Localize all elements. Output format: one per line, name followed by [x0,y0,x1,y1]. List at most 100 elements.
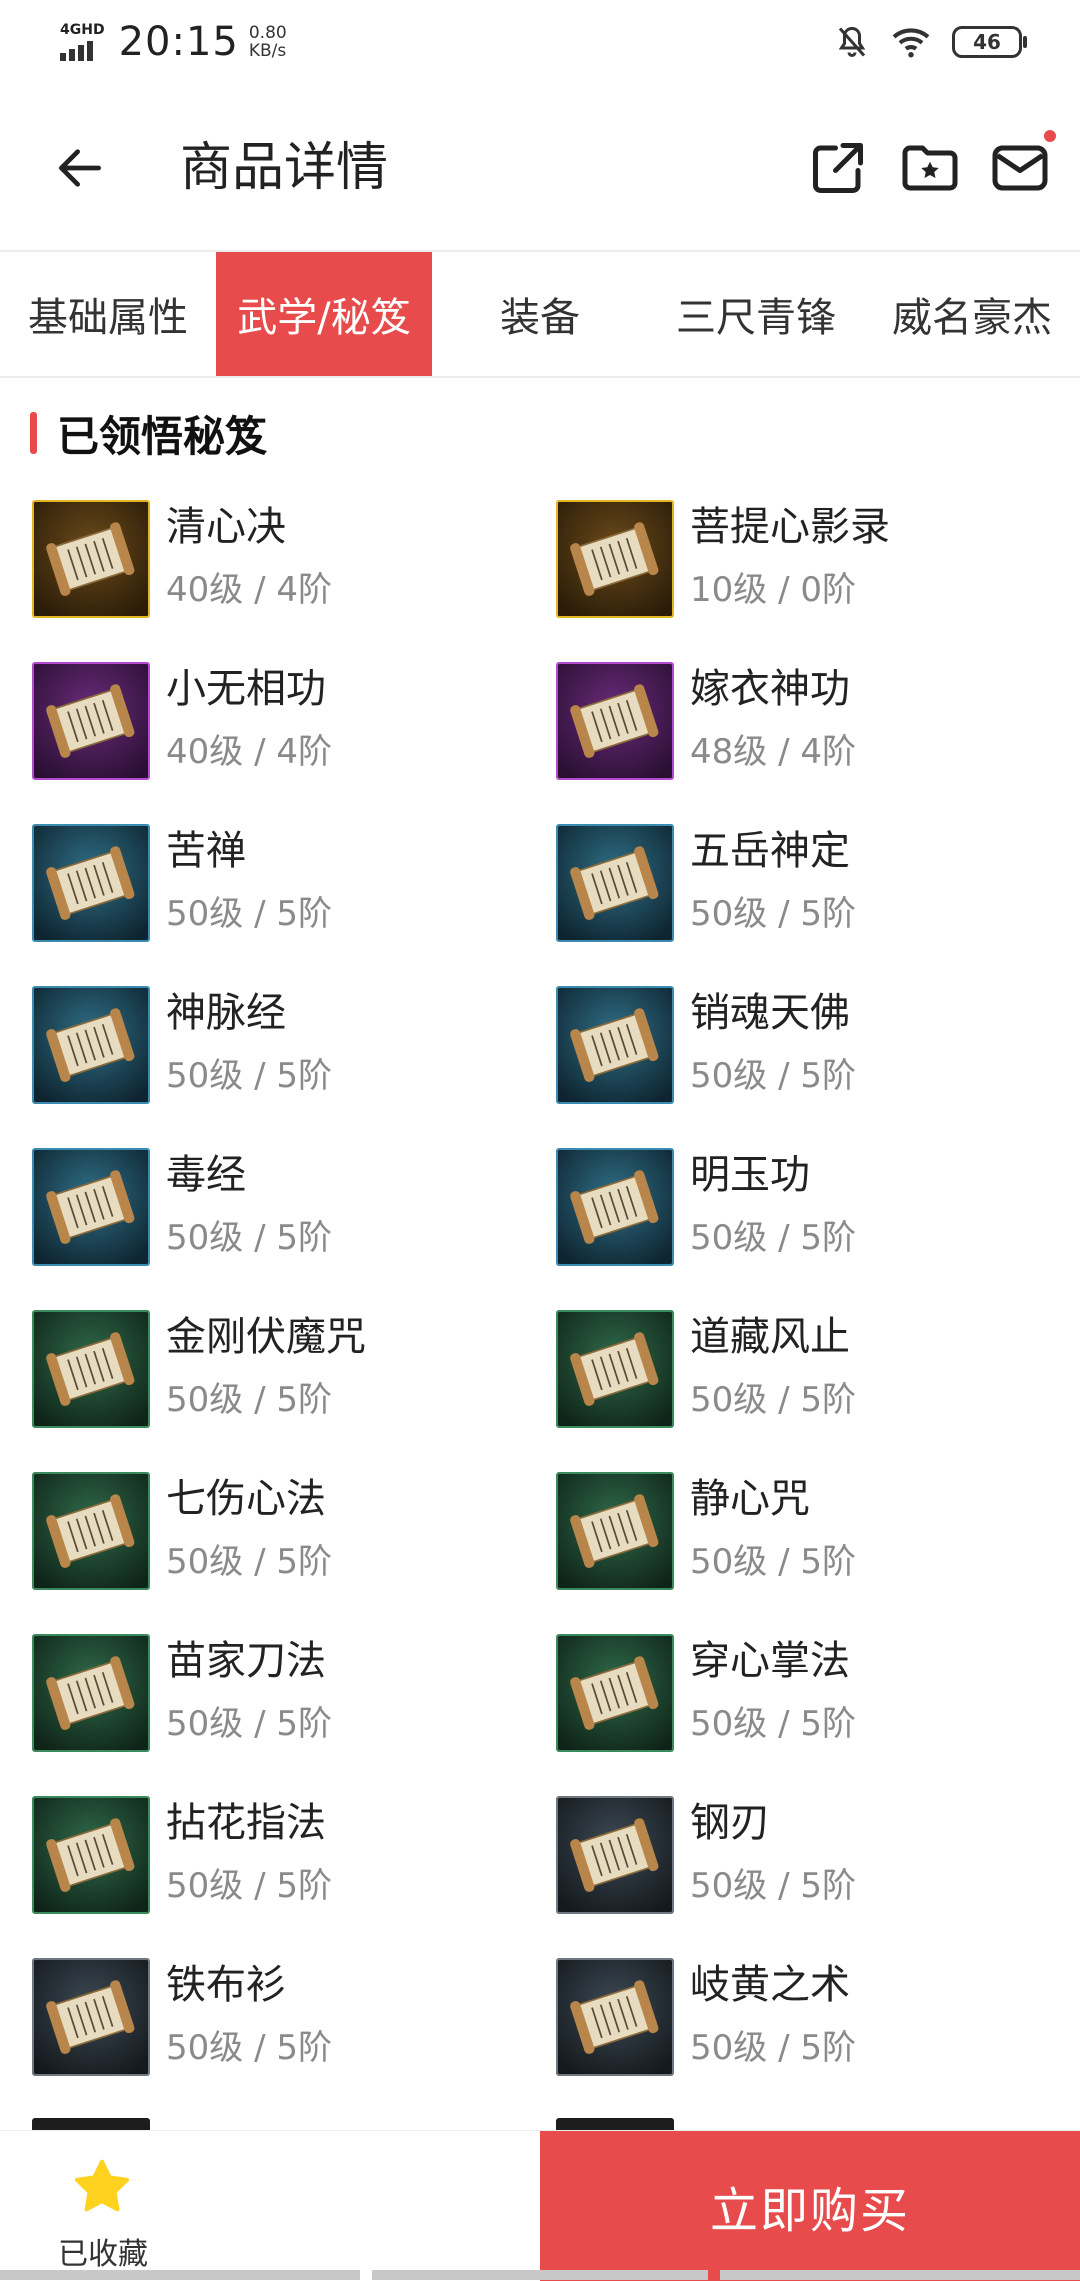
skill-level: 50级 / 5阶 [166,2028,332,2068]
skill-scroll-icon [556,1310,674,1428]
skill-level: 40级 / 4阶 [166,570,332,610]
skill-name: 钢刃 [690,1800,770,1846]
skill-item[interactable]: 苗家刀法 50级 / 5阶 [32,1628,552,1768]
skill-level: 50级 / 5阶 [690,1542,856,1582]
section-header: 已领悟秘笈 [30,408,267,461]
skill-scroll-icon [32,1310,150,1428]
skill-level: 50级 / 5阶 [690,1218,856,1258]
speed-value: 0.80 [248,23,287,43]
skill-name: 岐黄之术 [690,1962,850,2008]
skill-scroll-icon [556,824,674,942]
skill-scroll-icon [556,500,674,618]
skill-name: 五岳神定 [690,828,850,874]
skill-item[interactable]: 岐黄之术 50级 / 5阶 [556,1952,1076,2092]
status-left: 4GHD 20:15 0.80 KB/s [60,19,287,65]
skill-level: 50级 / 5阶 [166,1866,332,1906]
skill-level: 50级 / 5阶 [166,1056,332,1096]
skill-name: 道藏风止 [690,1314,850,1360]
skill-item[interactable]: 菩提心影录 10级 / 0阶 [556,494,1076,634]
tab-bar: 基础属性 武学/秘笈 装备 三尺青锋 威名豪杰 [0,252,1080,378]
skill-name: 清心决 [166,504,286,550]
speed-unit: KB/s [248,41,287,61]
skill-level: 40级 / 4阶 [166,732,332,772]
skill-level: 48级 / 4阶 [690,732,856,772]
skill-name: 嫁衣神功 [690,666,850,712]
skill-item[interactable]: 神脉经 50级 / 5阶 [32,980,552,1120]
skill-scroll-icon [32,1148,150,1266]
skill-level: 50级 / 5阶 [690,1380,856,1420]
page-title: 商品详情 [180,138,389,198]
tab-equipment[interactable]: 装备 [432,252,648,376]
skill-item[interactable]: 静心咒 50级 / 5阶 [556,1466,1076,1606]
skill-name: 毒经 [166,1152,246,1198]
skill-scroll-icon [32,500,150,618]
skill-item[interactable]: 清心决 40级 / 4阶 [32,494,552,634]
skill-item[interactable]: 明玉功 50级 / 5阶 [556,1142,1076,1282]
skill-name: 静心咒 [690,1476,810,1522]
skill-item[interactable]: 道藏风止 50级 / 5阶 [556,1304,1076,1444]
skill-scroll-icon [556,986,674,1104]
skill-scroll-icon [32,986,150,1104]
skill-level: 50级 / 5阶 [166,1704,332,1744]
skill-level: 50级 / 5阶 [166,894,332,934]
skill-name: 菩提心影录 [690,504,890,550]
skill-name: 七伤心法 [166,1476,326,1522]
network-speed: 0.80 KB/s [249,24,287,60]
tab-basic-attributes[interactable]: 基础属性 [0,252,216,376]
section-title: 已领悟秘笈 [57,411,268,461]
skill-name: 铁布衫 [166,1962,286,2008]
network-type: 4GHD [60,22,105,38]
favorite-button[interactable]: 已收藏 [38,2131,168,2281]
tab-sword[interactable]: 三尺青锋 [648,252,864,376]
skill-item[interactable]: 毒经 50级 / 5阶 [32,1142,552,1282]
skill-item[interactable]: 铁布衫 50级 / 5阶 [32,1952,552,2092]
signal-icon: 4GHD [60,23,105,61]
skill-scroll-icon [32,1472,150,1590]
skill-item[interactable]: 小无相功 40级 / 4阶 [32,656,552,796]
status-bar: 4GHD 20:15 0.80 KB/s 46 [0,0,1080,84]
skill-name: 神脉经 [166,990,286,1036]
share-icon[interactable] [808,138,868,198]
skill-scroll-icon [556,1958,674,2076]
skill-name: 拈花指法 [166,1800,326,1846]
skill-item[interactable]: 钢刃 50级 / 5阶 [556,1790,1076,1930]
buy-now-button[interactable]: 立即购买 [540,2131,1080,2281]
skill-level: 50级 / 5阶 [166,1218,332,1258]
skill-item[interactable]: 穿心掌法 50级 / 5阶 [556,1628,1076,1768]
star-icon [74,2159,130,2212]
tab-martial-arts[interactable]: 武学/秘笈 [216,252,432,376]
skill-item[interactable]: 金刚伏魔咒 50级 / 5阶 [32,1304,552,1444]
back-arrow-icon[interactable] [52,140,108,196]
skill-item[interactable]: 销魂天佛 50级 / 5阶 [556,980,1076,1120]
skill-scroll-icon [556,1796,674,1914]
clock: 20:15 [118,19,239,65]
skill-name: 苗家刀法 [166,1638,326,1684]
mail-icon[interactable] [990,138,1050,198]
skill-scroll-icon [556,1148,674,1266]
skill-item[interactable]: 七伤心法 50级 / 5阶 [32,1466,552,1606]
status-right: 46 [834,24,1027,60]
skill-name: 穿心掌法 [690,1638,850,1684]
skill-name: 苦禅 [166,828,246,874]
skill-level: 10级 / 0阶 [690,570,856,610]
system-nav-bar [720,2270,1080,2280]
skill-item[interactable]: 苦禅 50级 / 5阶 [32,818,552,958]
skill-level: 50级 / 5阶 [690,1866,856,1906]
skill-scroll-icon [32,1958,150,2076]
skill-scroll-icon [556,662,674,780]
skill-level: 50级 / 5阶 [690,894,856,934]
skill-level: 50级 / 5阶 [690,2028,856,2068]
tab-heroes[interactable]: 威名豪杰 [864,252,1080,376]
skill-level: 50级 / 5阶 [166,1542,332,1582]
section-accent-bar [30,412,37,454]
favorite-folder-icon[interactable] [900,138,960,198]
wifi-icon [892,28,930,58]
skill-name: 销魂天佛 [690,990,850,1036]
skill-item[interactable]: 嫁衣神功 48级 / 4阶 [556,656,1076,796]
skill-scroll-icon [32,1634,150,1752]
skill-scroll-icon [556,1634,674,1752]
skill-item[interactable]: 拈花指法 50级 / 5阶 [32,1790,552,1930]
battery-icon: 46 [952,26,1027,58]
skill-item[interactable]: 五岳神定 50级 / 5阶 [556,818,1076,958]
bell-off-icon [838,26,866,57]
